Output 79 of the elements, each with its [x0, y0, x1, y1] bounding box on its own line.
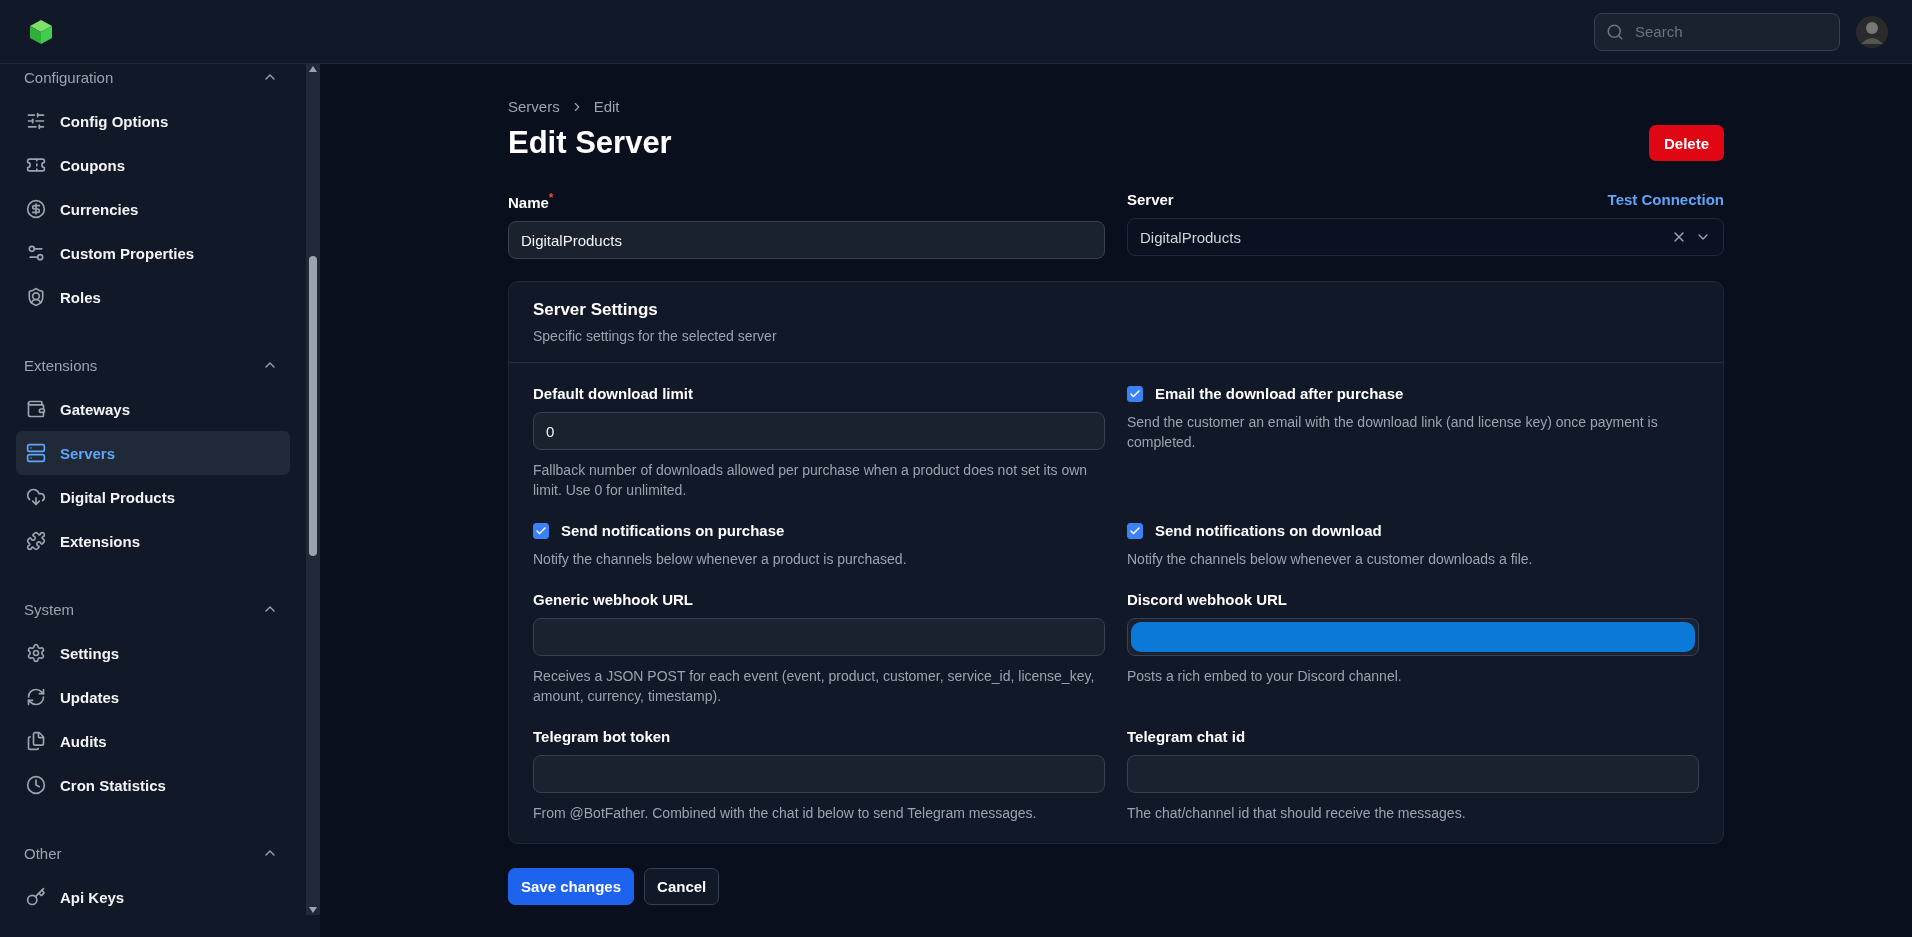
field-label: Telegram chat id	[1127, 728, 1246, 745]
sliders-icon	[26, 243, 46, 263]
card-subtitle: Specific settings for the selected server	[533, 328, 778, 344]
sidebar-item[interactable]: Config Options	[16, 99, 290, 143]
section-title: Extensions	[24, 356, 98, 374]
input-field[interactable]	[533, 755, 1105, 793]
logo-icon	[28, 18, 54, 45]
server-icon	[26, 443, 46, 463]
sidebar-item[interactable]: Extensions	[16, 519, 290, 563]
sidebar-item[interactable]: Digital Products	[16, 475, 290, 519]
checkbox[interactable]	[533, 522, 549, 539]
shield-person-icon	[26, 287, 46, 307]
input-field[interactable]	[1127, 755, 1699, 793]
card-title: Server Settings	[533, 300, 659, 320]
scroll-up-icon[interactable]	[309, 66, 317, 72]
input-field[interactable]	[533, 618, 1105, 656]
scroll-down-icon[interactable]	[309, 907, 317, 913]
sidebar-item[interactable]: Currencies	[16, 187, 290, 231]
breadcrumb-link[interactable]: Edit	[593, 98, 620, 115]
field-label: Discord webhook URL	[1127, 591, 1287, 608]
sidebar-item[interactable]: Custom Properties	[16, 231, 290, 275]
name-field[interactable]: DigitalProducts	[508, 221, 1105, 259]
help-text: From @BotFather. Combined with the chat id below to send Telegram messages.	[533, 804, 1038, 823]
help-text: Notify the channels below whenever a product is purchased.	[533, 550, 908, 569]
check-icon	[535, 524, 547, 537]
delete-button[interactable]: Delete	[1648, 125, 1724, 161]
section-title: System	[24, 600, 74, 618]
sidebar-item[interactable]: Coupons	[16, 143, 290, 187]
field-label: Default download limit	[533, 385, 693, 402]
checkbox[interactable]	[1127, 385, 1143, 402]
sidebar-item[interactable]: Roles	[16, 275, 290, 319]
breadcrumb-link[interactable]: Servers	[508, 98, 560, 115]
sidebar-item[interactable]: Updates	[16, 675, 290, 719]
section-title: Configuration	[24, 68, 114, 86]
save-button[interactable]: Save changes	[508, 868, 635, 905]
ticket-icon	[26, 155, 46, 175]
search-icon	[1606, 22, 1624, 41]
puzzle-icon	[26, 531, 46, 551]
sidebar-item[interactable]: Audits	[16, 719, 290, 763]
checkbox-label: Send notifications on download	[1155, 522, 1382, 539]
sidebar-item[interactable]: Servers	[16, 431, 290, 475]
clock-icon	[26, 775, 46, 795]
sidebar-item[interactable]: Cron Statistics	[16, 763, 290, 807]
test-connection-link[interactable]: Test Connection	[1607, 191, 1724, 208]
sidebar-item[interactable]: Api Keys	[16, 875, 290, 919]
cloud-download-icon	[26, 487, 46, 507]
wallet-icon	[26, 399, 46, 419]
field-label: Telegram bot token	[533, 728, 671, 745]
checkbox[interactable]	[1127, 522, 1143, 539]
page-title: Edit Server	[508, 125, 672, 161]
sidebar-item[interactable]: Settings	[16, 631, 290, 675]
files-icon	[26, 731, 46, 751]
help-text: Notify the channels below whenever a customer downloads a file.	[1127, 550, 1534, 569]
help-text: Posts a rich embed to your Discord channel.	[1127, 667, 1403, 686]
refresh-icon	[26, 687, 46, 707]
avatar[interactable]	[1856, 15, 1888, 48]
server-select[interactable]: DigitalProducts	[1127, 218, 1724, 256]
sliders-icon	[26, 111, 46, 131]
help-text: Send the customer an email with the download link (and license key) once payment is completed.	[1127, 413, 1659, 452]
search-field[interactable]: Search	[1594, 12, 1840, 51]
key-icon	[26, 887, 46, 907]
section-title: Other	[24, 844, 62, 862]
scrollbar[interactable]	[306, 64, 320, 915]
field-label: Server	[1127, 191, 1174, 208]
check-icon	[1129, 524, 1141, 537]
check-icon	[1129, 387, 1141, 400]
dollar-coin-icon	[26, 199, 46, 219]
cancel-button[interactable]: Cancel	[644, 868, 720, 905]
help-text: Fallback number of downloads allowed per purchase when a product does not set its own limit. Use 0 for unlimited.	[533, 461, 1089, 500]
sidebar-item[interactable]: Gateways	[16, 387, 290, 431]
gear-icon	[26, 643, 46, 663]
help-text: Receives a JSON POST for each event (event, product, customer, service_id, license_key, amount, currency, timestamp).	[533, 667, 1096, 706]
input-field[interactable]: 0	[533, 412, 1105, 450]
field-label: Name$^{*}$	[508, 191, 554, 211]
checkbox-label: Email the download after purchase	[1155, 385, 1404, 402]
scrollbar-thumb[interactable]	[309, 256, 317, 556]
field-label: Generic webhook URL	[533, 591, 694, 608]
help-text: The chat/channel id that should receive the messages.	[1127, 804, 1467, 823]
checkbox-label: Send notifications on purchase	[561, 522, 785, 539]
